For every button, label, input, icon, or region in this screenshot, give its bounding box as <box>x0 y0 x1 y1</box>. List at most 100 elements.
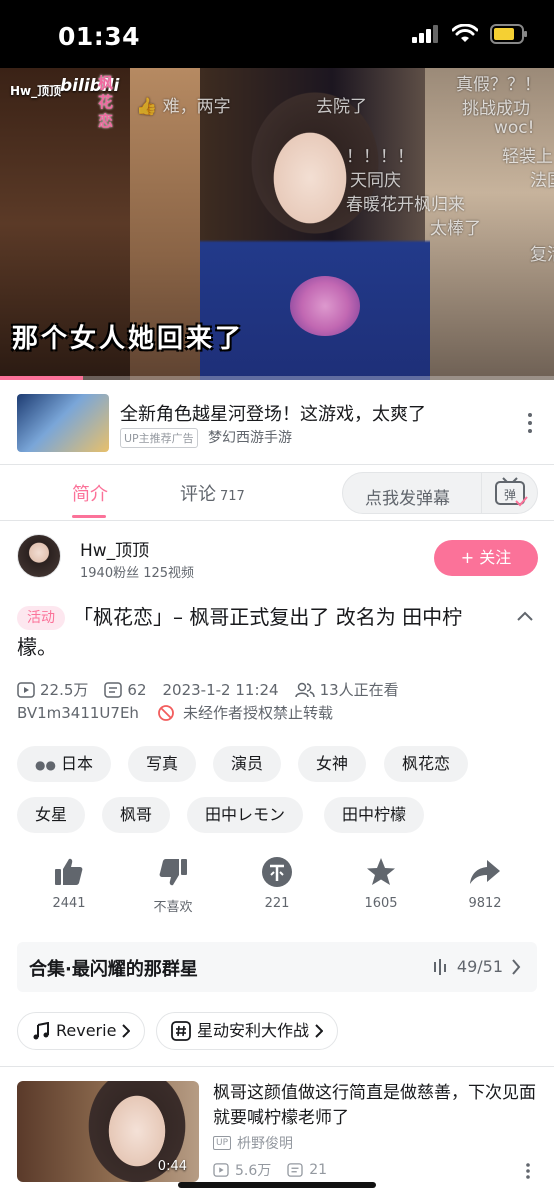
star-icon <box>367 858 395 885</box>
favorite-button[interactable]: 1605 <box>341 854 421 911</box>
ad-thumbnail[interactable] <box>17 394 109 452</box>
status-time: 01:34 <box>58 22 141 51</box>
video-meta-2: BV1m3411U7Eh 未经作者授权禁止转载 <box>17 702 333 723</box>
tag-chip[interactable]: 田中レモン <box>187 797 304 833</box>
ad-banner[interactable]: 全新角色越星河登场！这游戏，太爽了 UP主推荐广告 梦幻西游手游 <box>0 380 554 464</box>
danmaku-item: 👍 难，两字 <box>136 97 231 117</box>
danmaku-item: 挑战成功 <box>462 99 530 119</box>
danmaku-item: 春暖花开枫归来 <box>346 195 465 215</box>
like-count: 2441 <box>52 896 86 911</box>
video-vertical-title: 枫花恋 <box>98 74 114 130</box>
chevron-right-icon <box>512 958 521 975</box>
watching-count: 13人正在看 <box>319 681 399 699</box>
svg-text:弹: 弹 <box>504 488 516 502</box>
danmaku-item: 去院了 <box>316 97 367 117</box>
related-video-thumbnail[interactable]: 0:44 <box>17 1081 199 1182</box>
tab-bar: 简介 评论 717 点我发弹幕 弹 <box>0 466 554 520</box>
activity-pill[interactable]: 星动安利大作战 <box>156 1012 339 1050</box>
more-vertical-icon[interactable] <box>520 408 540 438</box>
follow-button[interactable]: + 关注 <box>434 540 538 576</box>
no-repost-icon <box>158 704 174 721</box>
favorite-count: 1605 <box>364 896 398 911</box>
danmaku-input[interactable]: 点我发弹幕 弹 <box>342 472 538 514</box>
video-meta: 22.5万 62 2023-1-2 11:24 13人正在看 <box>17 679 415 700</box>
like-button[interactable]: 2441 <box>29 854 109 911</box>
danmaku-input-placeholder: 点我发弹幕 <box>365 489 450 509</box>
uploader-row: Hw_顶顶 1940粉丝 125视频 + 关注 <box>0 528 554 588</box>
related-danmaku-count: 21 <box>309 1162 328 1178</box>
video-title: 活动 「枫花恋」– 枫哥正式复出了 改名为 田中柠檬。 <box>17 602 497 662</box>
video-uploader-overlay: Hw_顶顶 <box>10 84 62 98</box>
chevron-up-icon[interactable] <box>514 606 536 628</box>
hashtag-icon <box>171 1021 191 1041</box>
uploader-name[interactable]: Hw_顶顶 <box>80 536 149 561</box>
danmaku-count: 62 <box>127 680 147 699</box>
danmaku-count-icon <box>287 1163 303 1177</box>
related-video-uploader[interactable]: UP 枡野俊明 <box>213 1133 293 1153</box>
danmaku-settings-button[interactable]: 弹 <box>481 473 537 513</box>
share-count: 9812 <box>468 896 502 911</box>
ad-title[interactable]: 全新角色越星河登场！这游戏，太爽了 <box>120 400 426 426</box>
collection-progress: 49/51 <box>433 957 521 976</box>
kimono-flower <box>290 276 360 336</box>
collection-card[interactable]: 合集·最闪耀的那群星 49/51 <box>17 942 537 992</box>
divider <box>0 464 554 465</box>
thumb-up-icon <box>55 858 83 885</box>
related-view-count: 5.6万 <box>235 1163 272 1179</box>
tag-chip[interactable]: 演员 <box>213 746 282 782</box>
collection-progress-text: 49/51 <box>456 957 503 976</box>
thumb-down-icon <box>159 859 187 886</box>
avatar[interactable] <box>17 534 61 578</box>
divider <box>0 1066 554 1067</box>
chevron-right-icon <box>315 1024 324 1038</box>
ad-source: 梦幻西游手游 <box>208 430 292 446</box>
tag-chip[interactable]: 女神 <box>298 746 367 782</box>
status-icons <box>412 24 528 44</box>
wifi-icon <box>452 24 478 42</box>
tag-chip[interactable]: 枫花恋 <box>384 746 469 782</box>
collection-title: 合集·最闪耀的那群星 <box>29 959 198 980</box>
share-button[interactable]: 9812 <box>445 854 525 911</box>
view-count: 22.5万 <box>40 681 89 699</box>
ad-tag: UP主推荐广告 <box>120 428 198 448</box>
signal-icon <box>412 25 438 43</box>
tag-chip[interactable]: 田中柠檬 <box>324 797 425 833</box>
dislike-button[interactable]: 不喜欢 <box>133 854 213 915</box>
video-title-text: 「枫花恋」– 枫哥正式复出了 改名为 田中柠檬。 <box>17 605 463 659</box>
bars-icon <box>433 958 446 975</box>
music-pill[interactable]: Reverie <box>17 1012 146 1050</box>
thumb-up-mini-icon: 👍 <box>136 97 158 117</box>
related-video-title[interactable]: 枫哥这颜值做这行简直是做慈善，下次见面就要喊柠檬老师了 <box>213 1081 537 1131</box>
tab-comments-label: 评论 <box>180 484 216 505</box>
up-badge: UP <box>213 1136 232 1150</box>
chevron-right-icon <box>122 1024 131 1038</box>
tag-chip[interactable]: 女星 <box>17 797 86 833</box>
copyright-notice: 未经作者授权禁止转载 <box>182 704 333 722</box>
related-uploader-name: 枡野俊明 <box>237 1136 294 1152</box>
tab-comments[interactable]: 评论 717 <box>180 480 245 506</box>
tab-active-indicator <box>72 515 106 518</box>
video-caption: 那个女人她回来了 <box>12 324 245 354</box>
danmaku-item: 轻装上 <box>502 147 553 167</box>
activity-tag[interactable]: 活动 <box>17 606 65 630</box>
play-count-icon <box>17 681 35 698</box>
related-video-meta: 5.6万 21 <box>213 1160 327 1180</box>
tag-chip[interactable]: 写真 <box>128 746 197 782</box>
tab-intro[interactable]: 简介 <box>72 480 108 506</box>
comment-count: 717 <box>220 489 245 504</box>
tag-chip[interactable]: 枫哥 <box>102 797 171 833</box>
danmaku-item: 法国 <box>530 171 554 191</box>
divider <box>0 520 554 521</box>
video-player[interactable]: Hw_顶顶 bilibili 枫花恋 👍 难，两字 去院了 真假？？！ 挑战成功… <box>0 68 554 380</box>
share-icon <box>470 860 500 884</box>
music-note-icon <box>33 1022 49 1040</box>
danmaku-item: 复活 <box>530 245 554 265</box>
home-indicator <box>178 1182 376 1188</box>
bvid[interactable]: BV1m3411U7Eh <box>17 704 139 722</box>
tag-chip[interactable]: ●● 日本 <box>17 746 112 782</box>
more-vertical-icon[interactable] <box>520 1160 536 1182</box>
tag-cluster-icon: ●● <box>35 758 56 772</box>
publish-date: 2023-1-2 11:24 <box>162 680 279 699</box>
coin-button[interactable]: 221 <box>237 854 317 911</box>
danmaku-item: 太棒了 <box>430 219 481 239</box>
